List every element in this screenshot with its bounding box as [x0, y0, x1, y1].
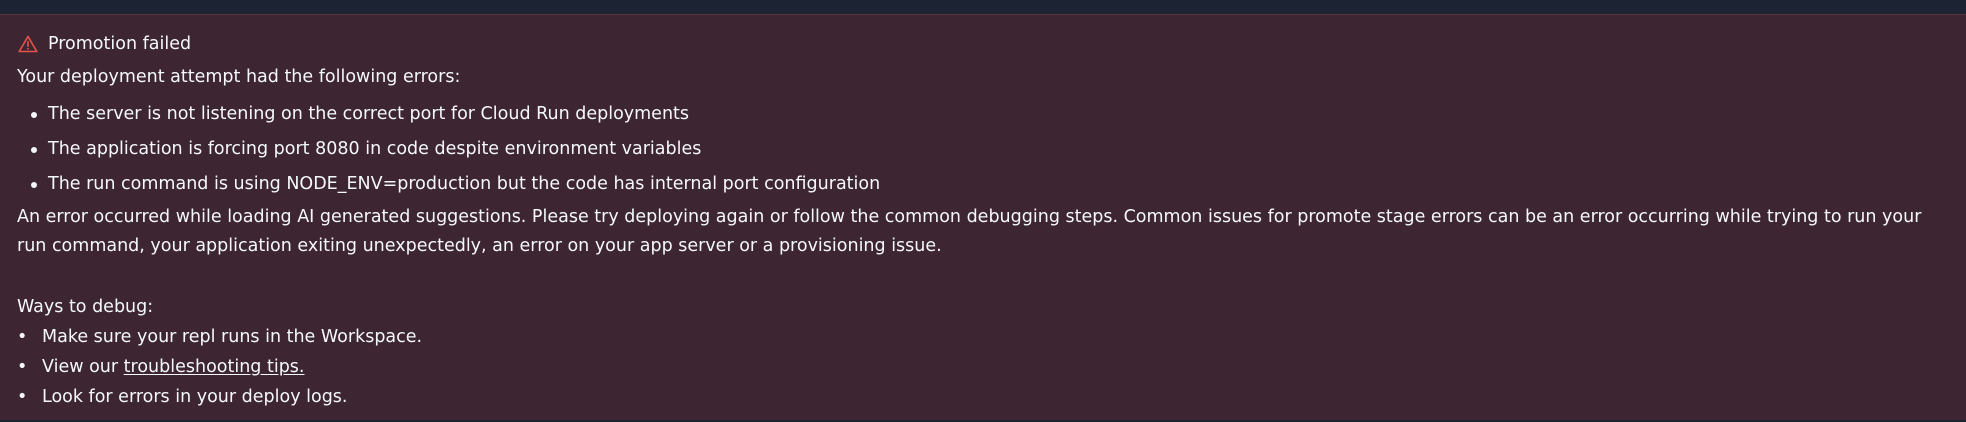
- page: Promotion failed Your deployment attempt…: [0, 0, 1966, 422]
- debug-item: • Make sure your repl runs in the Worksp…: [17, 325, 422, 355]
- warning-triangle-icon: [18, 35, 38, 53]
- ai-suggestion-error-message: An error occurred while loading AI gener…: [17, 207, 1922, 256]
- debug-list: • Make sure your repl runs in the Worksp…: [17, 325, 422, 415]
- troubleshooting-tips-link[interactable]: troubleshooting tips.: [124, 355, 305, 385]
- debug-item: • Look for errors in your deploy logs.: [17, 385, 422, 415]
- intro-text: Your deployment attempt had the followin…: [17, 67, 461, 87]
- debug-item: • View our troubleshooting tips.: [17, 355, 422, 385]
- error-item: The run command is using NODE_ENV=produc…: [17, 172, 880, 207]
- error-panel: Promotion failed Your deployment attempt…: [0, 14, 1966, 420]
- alert-header: Promotion failed: [18, 29, 191, 59]
- bullet: •: [17, 357, 28, 377]
- bullet: •: [17, 327, 28, 347]
- debug-item-text: Make sure your repl runs in the Workspac…: [42, 327, 423, 347]
- debug-title: Ways to debug:: [17, 297, 154, 317]
- error-list: The server is not listening on the corre…: [17, 102, 880, 207]
- bullet: •: [17, 387, 28, 407]
- debug-item-text: Look for errors in your deploy logs.: [42, 387, 348, 407]
- debug-item-prefix: View our: [42, 357, 124, 377]
- error-item: The server is not listening on the corre…: [17, 102, 880, 137]
- error-item: The application is forcing port 8080 in …: [17, 137, 880, 172]
- alert-title: Promotion failed: [48, 34, 192, 54]
